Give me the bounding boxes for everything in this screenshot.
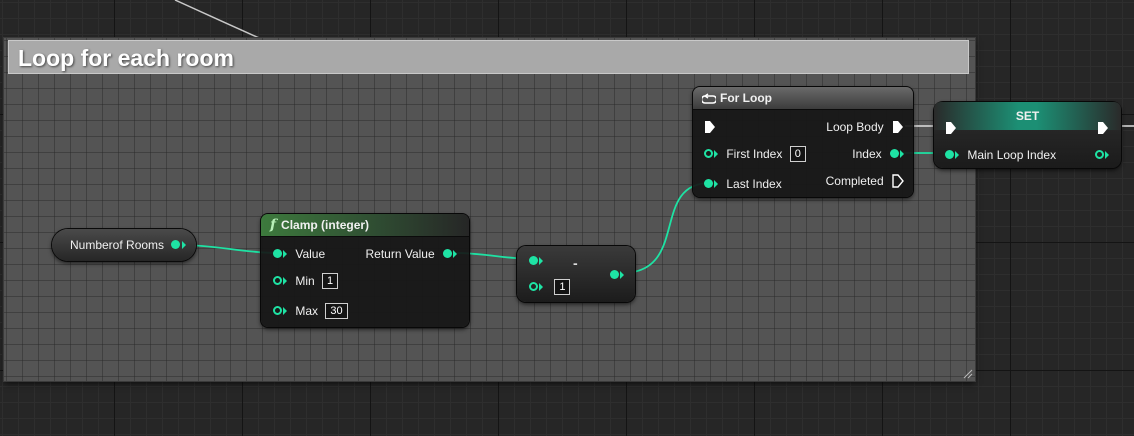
set-exec-input-pin-icon[interactable] — [945, 121, 957, 135]
set-node[interactable]: SET Main Loop Index — [934, 102, 1121, 168]
main-loop-index-input-pin[interactable] — [945, 150, 954, 160]
subtract-operator-label: - — [573, 255, 578, 271]
last-index-label: Last Index — [726, 176, 782, 191]
clamp-value-label: Value — [295, 246, 326, 261]
subtract-output-pin[interactable] — [610, 270, 619, 280]
clamp-max-label: Max — [295, 303, 319, 318]
for-loop-header[interactable]: For Loop — [693, 87, 913, 110]
subtract-b-value-field[interactable]: 1 — [554, 278, 571, 295]
completed-label: Completed — [825, 173, 884, 188]
clamp-node-header[interactable]: f Clamp (integer) — [261, 214, 469, 237]
number-of-rooms-output-pin[interactable] — [171, 240, 180, 249]
set-node-title: SET — [1015, 109, 1040, 123]
completed-exec-pin-icon[interactable] — [892, 174, 904, 188]
pin-arrow-icon — [283, 306, 287, 315]
clamp-return-value-label: Return Value — [365, 246, 435, 261]
pin-arrow-icon — [620, 270, 624, 279]
resize-grip-icon[interactable] — [961, 367, 973, 379]
clamp-min-value-field[interactable]: 1 — [322, 272, 339, 289]
clamp-min-label: Min — [295, 273, 315, 288]
pin-arrow-icon — [539, 256, 543, 265]
set-exec-output-pin-icon[interactable] — [1097, 121, 1109, 135]
pin-arrow-icon — [453, 249, 457, 258]
number-of-rooms-node[interactable]: Numberof Rooms — [52, 229, 196, 261]
subtract-node[interactable]: 1 - — [517, 246, 635, 302]
main-loop-index-label: Main Loop Index — [967, 147, 1057, 162]
pin-arrow-icon — [539, 282, 543, 291]
pin-arrow-icon — [283, 249, 287, 258]
for-loop-node[interactable]: For Loop Loop Body First Index 0 Index L… — [693, 87, 913, 197]
number-of-rooms-label: Numberof Rooms — [70, 238, 165, 252]
pin-arrow-icon — [714, 149, 718, 158]
pin-arrow-icon — [1105, 150, 1109, 159]
loop-body-exec-pin-icon[interactable] — [892, 120, 904, 134]
set-output-pin[interactable] — [1095, 150, 1104, 160]
clamp-node[interactable]: f Clamp (integer) Value Return Value Min … — [261, 214, 469, 327]
first-index-input-pin[interactable] — [704, 149, 713, 159]
first-index-label: First Index — [726, 146, 783, 161]
clamp-value-input-pin[interactable] — [273, 249, 282, 259]
pin-arrow-icon — [955, 150, 959, 159]
last-index-input-pin[interactable] — [704, 179, 713, 189]
function-icon: f — [270, 217, 277, 233]
pin-arrow-icon — [714, 179, 718, 188]
set-node-header[interactable]: SET — [934, 102, 1121, 130]
clamp-max-input-pin[interactable] — [273, 306, 282, 316]
index-output-label: Index — [852, 146, 882, 161]
index-output-pin[interactable] — [890, 149, 899, 159]
clamp-node-title: Clamp (integer) — [281, 218, 370, 232]
subtract-b-input-pin[interactable] — [529, 282, 538, 292]
subtract-a-input-pin[interactable] — [529, 256, 538, 266]
for-loop-title: For Loop — [720, 91, 772, 105]
pin-arrow-icon — [900, 149, 904, 158]
clamp-return-value-pin[interactable] — [443, 249, 452, 259]
exec-input-pin-icon[interactable] — [704, 120, 716, 134]
loop-icon — [700, 93, 718, 104]
comment-title[interactable]: Loop for each room — [8, 40, 969, 74]
first-index-value-field[interactable]: 0 — [789, 145, 806, 162]
loop-body-label: Loop Body — [826, 119, 884, 134]
pin-arrow-icon — [283, 276, 287, 285]
clamp-min-input-pin[interactable] — [273, 276, 282, 286]
pin-arrow-icon — [182, 241, 186, 249]
clamp-max-value-field[interactable]: 30 — [325, 302, 348, 319]
